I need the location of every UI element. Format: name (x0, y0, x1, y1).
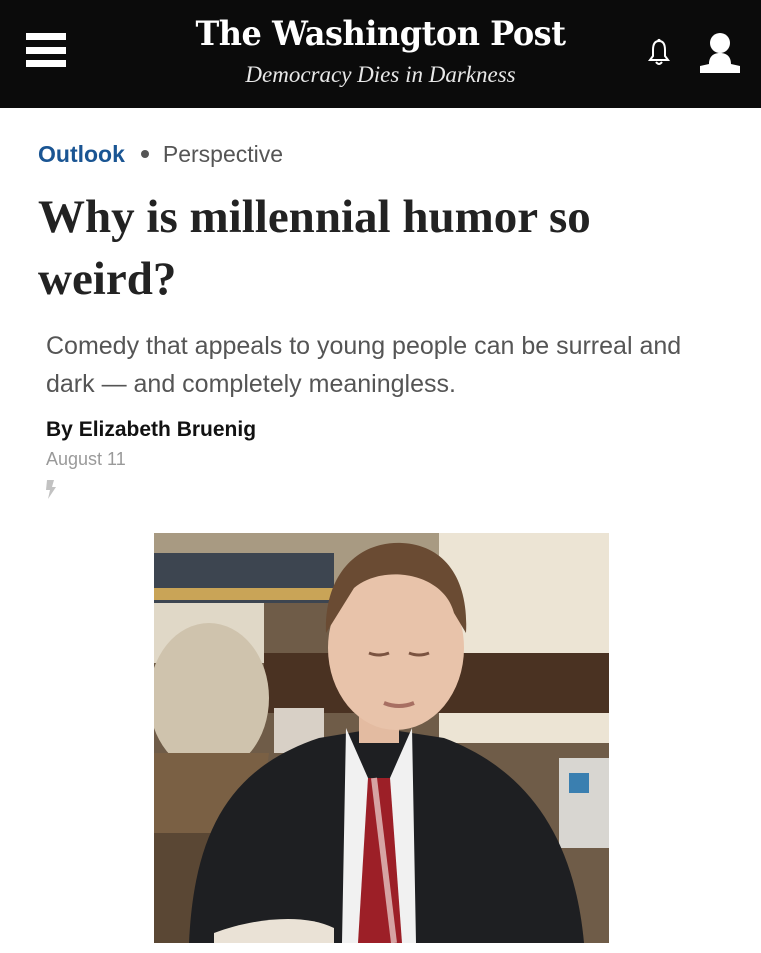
site-logo[interactable]: The Washington Post (23, 12, 738, 56)
article-photo (154, 533, 609, 943)
article-dek: Comedy that appeals to young people can … (46, 332, 682, 398)
article-headline: Why is millennial humor so weird? (38, 191, 591, 305)
bell-icon[interactable] (648, 38, 670, 66)
user-icon[interactable] (697, 30, 743, 76)
article-kicker: Outlook Perspective (38, 140, 283, 168)
separator-dot (140, 149, 149, 158)
publish-date: August 11 (46, 449, 126, 469)
top-navigation-bar: The Washington Post Democracy Dies in Da… (0, 0, 761, 108)
masthead: The Washington Post Democracy Dies in Da… (0, 12, 761, 88)
article-label: Perspective (162, 141, 284, 167)
lightning-bolt-icon (44, 476, 58, 502)
photo-illustration (154, 533, 609, 943)
author-link[interactable]: Elizabeth Bruenig (79, 418, 256, 441)
byline: By Elizabeth Bruenig (46, 418, 256, 442)
site-tagline: Democracy Dies in Darkness (245, 62, 516, 87)
section-link[interactable]: Outlook (38, 141, 125, 167)
byline-prefix: By (46, 418, 79, 441)
